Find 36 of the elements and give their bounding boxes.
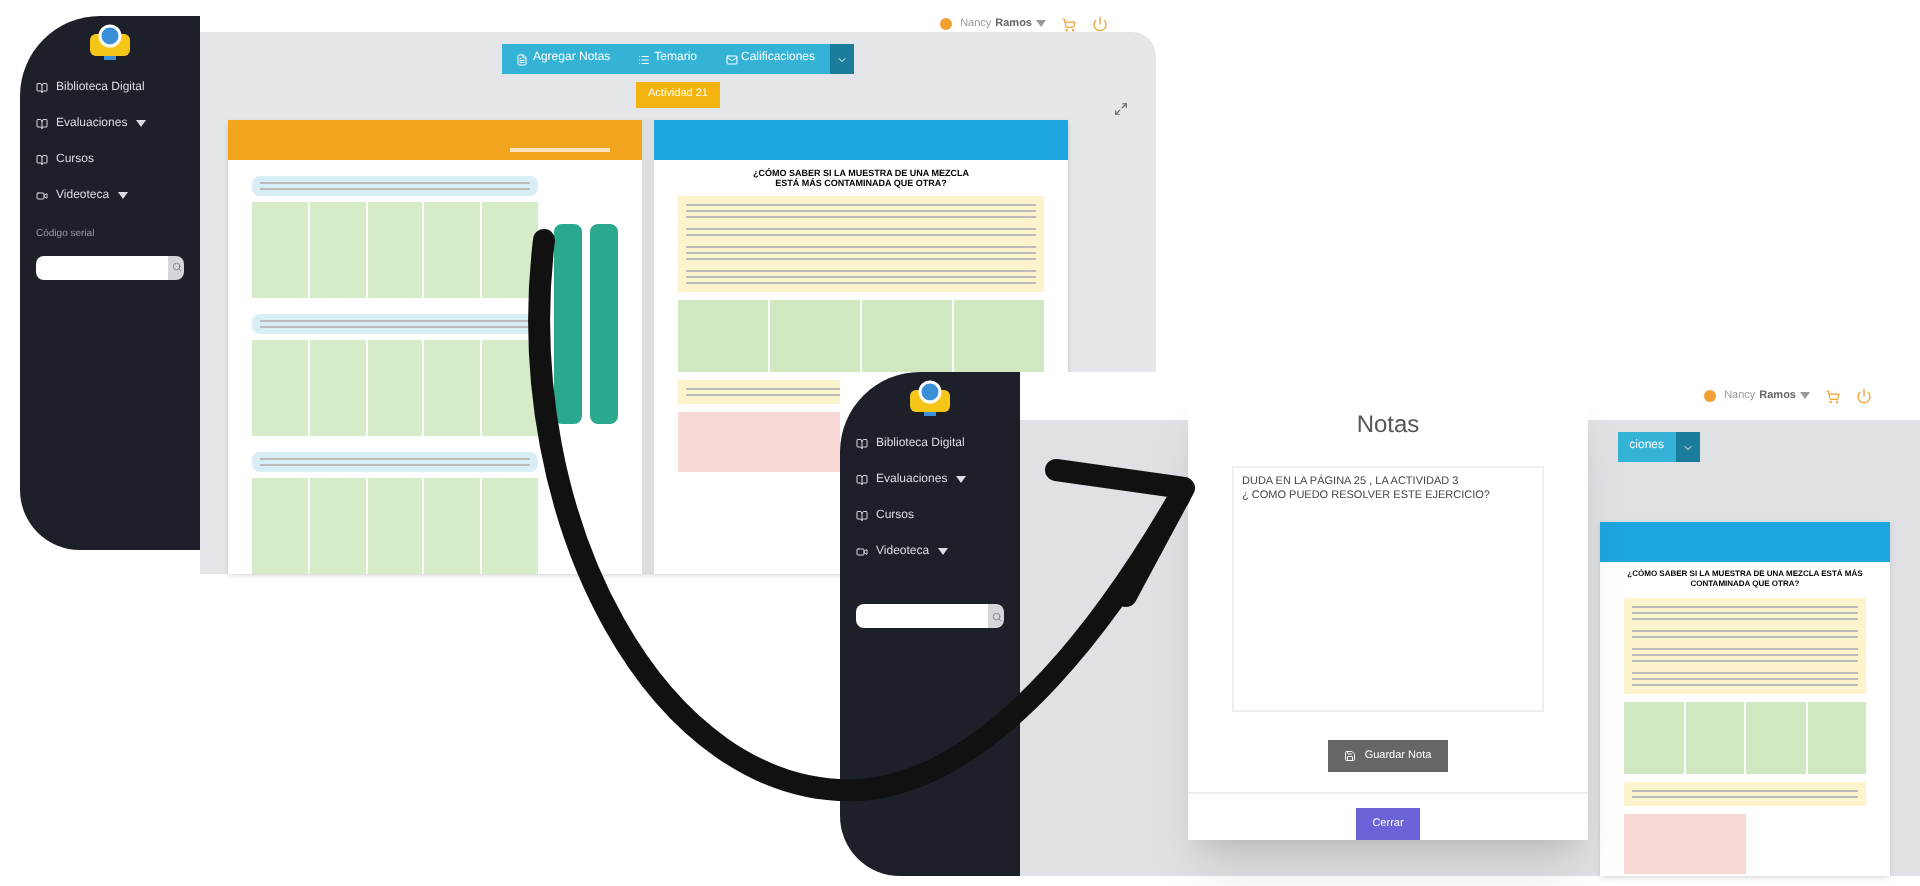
caret-icon — [1682, 441, 1694, 453]
mail-icon — [725, 53, 737, 66]
serial-input-field[interactable] — [856, 604, 988, 628]
cart-icon[interactable] — [1826, 389, 1840, 403]
avatar-icon — [1704, 390, 1717, 402]
search-button[interactable] — [168, 255, 184, 279]
logo-icon — [908, 380, 952, 416]
power-icon[interactable] — [1856, 388, 1872, 404]
caret-icon — [1800, 392, 1810, 400]
caret-icon — [835, 53, 848, 66]
caret-icon — [117, 192, 128, 200]
book-icon — [36, 154, 48, 166]
book-icon — [36, 118, 48, 130]
menu-button[interactable] — [829, 44, 854, 75]
cart-icon[interactable] — [1062, 17, 1076, 32]
search-icon — [171, 262, 181, 272]
caret-icon — [135, 120, 146, 128]
expand-icon[interactable] — [1114, 102, 1128, 117]
book-icon — [856, 474, 868, 486]
caret-icon — [955, 476, 966, 484]
search-icon — [991, 611, 1001, 621]
book-icon — [36, 82, 48, 94]
document-icon — [516, 53, 529, 66]
search-button[interactable] — [988, 604, 1004, 628]
save-icon — [1344, 749, 1357, 762]
avatar-icon — [940, 18, 953, 31]
video-camera-icon — [856, 546, 868, 558]
illustration-placeholder — [1624, 813, 1745, 874]
logo-icon — [88, 24, 132, 60]
book-icon — [856, 510, 868, 522]
video-camera-icon — [36, 190, 48, 202]
book-icon — [856, 438, 868, 450]
list-icon — [638, 53, 651, 66]
serial-input-field[interactable] — [36, 255, 168, 279]
modal-title: Notas — [1356, 408, 1420, 442]
power-icon[interactable] — [1092, 16, 1108, 33]
